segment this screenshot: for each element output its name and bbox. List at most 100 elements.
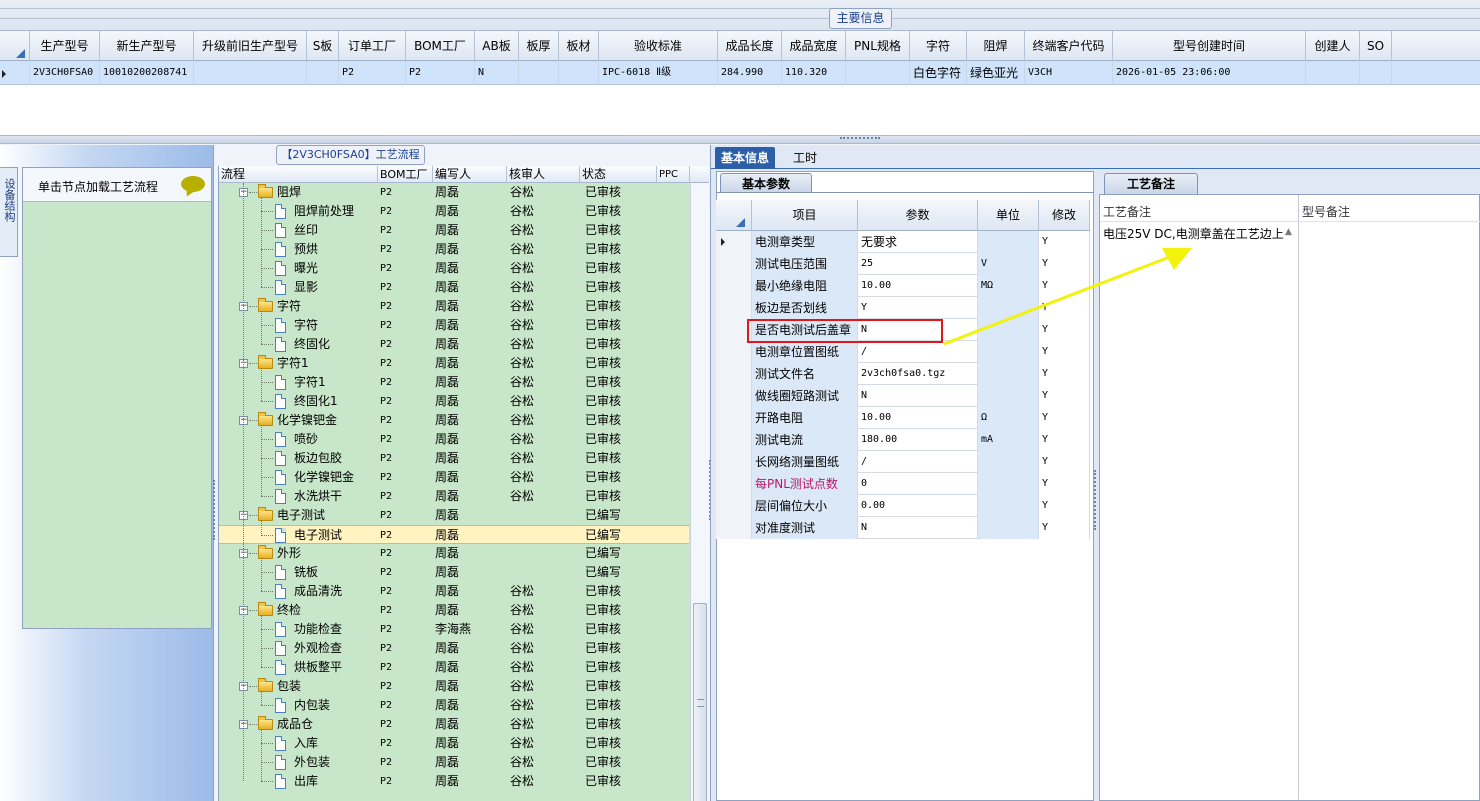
cell-bom-factory[interactable]: P2	[406, 61, 475, 85]
col-ab-board[interactable]: AB板	[475, 31, 519, 61]
param-item[interactable]: 开路电阻	[752, 407, 858, 429]
param-unit[interactable]: mA	[978, 429, 1039, 451]
tree-row[interactable]: 内包装 P2 周磊 谷松 已审核	[219, 696, 689, 715]
param-modify[interactable]: Y	[1039, 517, 1090, 539]
param-row[interactable]: 电测章位置图纸 / Y	[716, 341, 1090, 363]
cell-old-model[interactable]	[194, 61, 307, 85]
right-splitter-grip[interactable]	[1094, 470, 1098, 530]
param-row[interactable]: 测试电压范围 25 V Y	[716, 253, 1090, 275]
tree-node-label[interactable]: 外形	[277, 544, 301, 563]
param-modify[interactable]: Y	[1039, 385, 1090, 407]
tree-node-label[interactable]: 外观检查	[294, 639, 342, 658]
cell-order-factory[interactable]: P2	[339, 61, 406, 85]
tree-col-flow[interactable]: 流程	[219, 166, 378, 183]
cell-ab-board[interactable]: N	[475, 61, 519, 85]
tree-node-label[interactable]: 电子测试	[294, 526, 342, 545]
param-row-header[interactable]	[716, 429, 752, 451]
tree-row[interactable]: 终固化 P2 周磊 谷松 已审核	[219, 335, 689, 354]
param-unit[interactable]	[978, 341, 1039, 363]
cell-width[interactable]: 110.320	[782, 61, 846, 85]
tree-node-label[interactable]: 阻焊前处理	[294, 202, 354, 221]
col-customer[interactable]: 终端客户代码	[1025, 31, 1113, 61]
param-modify[interactable]: Y	[1039, 253, 1090, 275]
param-item[interactable]: 测试文件名	[752, 363, 858, 385]
cell-material[interactable]	[559, 61, 599, 85]
param-unit[interactable]	[978, 517, 1039, 539]
cell-prod-model[interactable]: 2V3CH0FSA0	[30, 61, 100, 85]
tree-col-ppc[interactable]: PPC	[657, 166, 690, 183]
tree-node-label[interactable]: 字符	[277, 297, 301, 316]
cell-solder[interactable]: 绿色亚光	[967, 61, 1025, 85]
cell-length[interactable]: 284.990	[718, 61, 782, 85]
param-value[interactable]: 25	[858, 253, 978, 275]
tree-node-label[interactable]: 终固化1	[294, 392, 338, 411]
tree-node-label[interactable]: 出库	[294, 772, 318, 791]
tree-node-label[interactable]: 字符1	[294, 373, 326, 392]
tree-node-label[interactable]: 化学镍钯金	[277, 411, 337, 430]
tree-node-label[interactable]: 电子测试	[277, 506, 325, 525]
col-length[interactable]: 成品长度	[718, 31, 782, 61]
col-old-model[interactable]: 升级前旧生产型号	[194, 31, 307, 61]
param-unit[interactable]: V	[978, 253, 1039, 275]
param-unit[interactable]	[978, 495, 1039, 517]
col-pnl[interactable]: PNL规格	[846, 31, 910, 61]
param-row[interactable]: 对准度测试 N Y	[716, 517, 1090, 539]
param-value[interactable]: /	[858, 341, 978, 363]
param-value[interactable]: 0.00	[858, 495, 978, 517]
table-row[interactable]: 2V3CH0FSA0 10010200208741 P2 P2 N IPC-60…	[0, 61, 1480, 85]
tree-col-reviewer[interactable]: 核审人	[507, 166, 580, 183]
left-splitter-grip[interactable]	[213, 480, 217, 540]
param-modify[interactable]: Y	[1039, 297, 1090, 319]
param-row[interactable]: 电测章类型 无要求 Y	[716, 231, 1090, 253]
tree-scrollbar[interactable]	[690, 183, 709, 801]
tree-col-bom[interactable]: BOM工厂	[378, 166, 433, 183]
tree-row[interactable]: 终固化1 P2 周磊 谷松 已审核	[219, 392, 689, 411]
param-item[interactable]: 电测章位置图纸	[752, 341, 858, 363]
param-value[interactable]: Y	[858, 297, 978, 319]
param-unit[interactable]: MΩ	[978, 275, 1039, 297]
col-prod-model[interactable]: 生产型号	[30, 31, 100, 61]
col-bom-factory[interactable]: BOM工厂	[406, 31, 475, 61]
param-modify[interactable]: Y	[1039, 275, 1090, 297]
tree-node-label[interactable]: 曝光	[294, 259, 318, 278]
tree-node-label[interactable]: 终固化	[294, 335, 330, 354]
param-modify[interactable]: Y	[1039, 319, 1090, 341]
tab-process-notes[interactable]: 工艺备注	[1104, 173, 1198, 194]
tree-row[interactable]: − 化学镍钯金 P2 周磊 谷松 已审核	[219, 411, 689, 430]
param-modify[interactable]: Y	[1039, 341, 1090, 363]
param-row-header[interactable]	[716, 341, 752, 363]
tree-row[interactable]: 外观检查 P2 周磊 谷松 已审核	[219, 639, 689, 658]
tree-node-label[interactable]: 成品仓	[277, 715, 313, 734]
tree-node-label[interactable]: 功能检查	[294, 620, 342, 639]
tree-col-writer[interactable]: 编写人	[433, 166, 507, 183]
param-item[interactable]: 长网络测量图纸	[752, 451, 858, 473]
tree-node-label[interactable]: 入库	[294, 734, 318, 753]
param-unit[interactable]	[978, 319, 1039, 341]
tree-node-label[interactable]: 内包装	[294, 696, 330, 715]
param-row-header[interactable]	[716, 407, 752, 429]
tree-node-label[interactable]: 丝印	[294, 221, 318, 240]
param-row-header[interactable]	[716, 495, 752, 517]
param-modify[interactable]: Y	[1039, 495, 1090, 517]
param-row-header[interactable]	[716, 275, 752, 297]
params-col-item[interactable]: 项目	[752, 200, 858, 231]
tree-row[interactable]: 丝印 P2 周磊 谷松 已审核	[219, 221, 689, 240]
col-width[interactable]: 成品宽度	[782, 31, 846, 61]
tree-node-label[interactable]: 化学镍钯金	[294, 468, 354, 487]
side-tab-equipment[interactable]: 设备结构	[0, 167, 18, 257]
param-unit[interactable]	[978, 473, 1039, 495]
param-row-header[interactable]	[716, 363, 752, 385]
tree-row[interactable]: 化学镍钯金 P2 周磊 谷松 已审核	[219, 468, 689, 487]
load-process-header[interactable]: 单击节点加载工艺流程	[23, 168, 211, 202]
param-row[interactable]: 板边是否划线 Y Y	[716, 297, 1090, 319]
tree-node-label[interactable]: 显影	[294, 278, 318, 297]
cell-standard[interactable]: IPC-6018 Ⅱ级	[599, 61, 718, 85]
tree-node-label[interactable]: 水洗烘干	[294, 487, 342, 506]
tree-row[interactable]: − 电子测试 P2 周磊 已编写	[219, 506, 689, 525]
params-col-modify[interactable]: 修改	[1039, 200, 1090, 231]
tree-node-label[interactable]: 包装	[277, 677, 301, 696]
cell-char[interactable]: 白色字符	[910, 61, 967, 85]
tree-col-status[interactable]: 状态	[580, 166, 657, 183]
param-unit[interactable]	[978, 451, 1039, 473]
tree-row[interactable]: 板边包胶 P2 周磊 谷松 已审核	[219, 449, 689, 468]
